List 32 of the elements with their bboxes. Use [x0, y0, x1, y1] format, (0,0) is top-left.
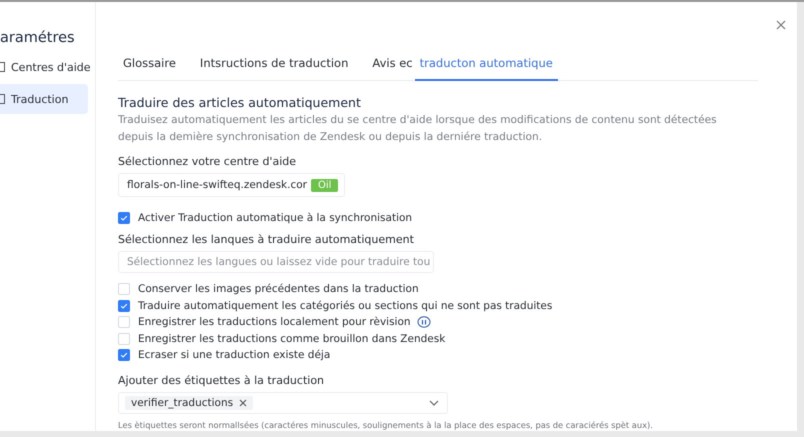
chevron-down-icon	[429, 400, 439, 406]
field-label: Sélectionnez les lanques à traduire automatiquement	[118, 233, 415, 246]
field-label: Ajouter des étiquettes à la traduction	[118, 374, 326, 386]
checkbox-label: Ecraser si une traduction existe déja	[138, 349, 330, 362]
tab[interactable]: traducton automatique	[414, 52, 558, 81]
tab[interactable]: Glossaire	[118, 52, 181, 81]
tag-chip: verifier_traductions	[125, 396, 254, 410]
tab[interactable]: Intsructions de traduction	[194, 52, 354, 81]
checkbox[interactable]	[118, 212, 130, 224]
field-label: Sélectionnez votre centre d'aide	[118, 155, 297, 168]
status-badge: Oil	[311, 178, 338, 192]
remove-icon[interactable]	[239, 398, 248, 406]
checkbox[interactable]	[118, 349, 130, 362]
tab[interactable]: Avis ec	[367, 52, 415, 81]
checkbox-label: Activer Traduction automatique à la synchronisation	[138, 212, 412, 224]
sidebar-item[interactable]: Centres d'aide	[0, 52, 93, 82]
checkbox-label: Conserver les images précédentes dans la traduction	[138, 283, 419, 296]
checkbox-label: Traduire automatiquement les catégoriés ou sections qui ne sont pas traduites	[138, 300, 552, 312]
sidebar-title: aramétres	[0, 30, 76, 46]
checkbox-label: Enregistrer les traductions comme brouillon dans Zendesk	[138, 332, 446, 345]
help-center-select[interactable]: florals-on-line-swifteq.zendesk.cor Oil	[118, 173, 346, 197]
section-title: Traduire des articles automatiquement	[118, 95, 362, 110]
checkbox[interactable]	[118, 300, 130, 312]
hint-text: Les ètiquettes seront normallsées (caractéres minuscules, soulignements à la la place des espaces, pas de caraciérés spèt aux).	[118, 420, 654, 430]
page-icon	[0, 94, 5, 104]
checkbox-label: Enregistrer les traductions localement pour rèvision	[138, 316, 411, 328]
page-icon	[0, 62, 5, 72]
section-description: Traduisez automatiquement les articles du se centre d'aide lorsque des modifications de contenu sont détectées depuis la demière synchronisation de Zendesk ou depuis la derniére traduction.	[118, 113, 718, 145]
tags-select[interactable]: verifier_traductions	[118, 392, 448, 414]
info-icon[interactable]	[416, 316, 431, 328]
close-icon[interactable]	[776, 20, 786, 30]
sidebar-item[interactable]: Traduction	[0, 84, 88, 114]
